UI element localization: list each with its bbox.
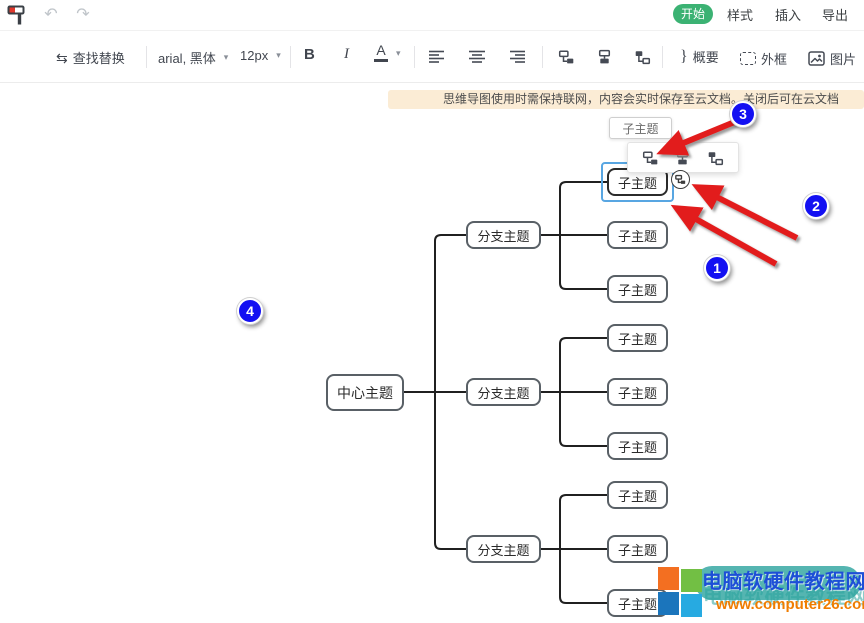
node-floating-toolbar [627,142,739,173]
insert-sibling-icon[interactable] [672,147,694,169]
subtopic-node[interactable]: 子主题 [607,221,668,249]
insert-sibling-button[interactable] [596,49,613,65]
align-right-button[interactable] [508,50,526,64]
insert-subtopic-icon[interactable] [639,147,661,169]
align-left-icon [428,50,446,64]
subtopic-node[interactable]: 子主题 [607,324,668,352]
find-replace-icon: ⇆ [56,51,68,65]
site-url: www.computer26.com [716,596,864,613]
align-left-button[interactable] [428,50,446,64]
outer-frame-label: 外框 [761,49,787,68]
subtopic-node[interactable]: 子主题 [607,535,668,563]
subtopic-node[interactable]: 子主题 [607,432,668,460]
font-size-value: 12px [240,48,268,63]
align-right-icon [508,50,526,64]
branch-topic-node-1[interactable]: 分支主题 [466,221,541,249]
insert-sibling-icon [596,49,613,65]
annotation-arrow-2 [699,188,797,238]
font-size-select[interactable]: 12px ▾ [240,48,281,63]
tab-insert[interactable]: 插入 [775,7,801,25]
annotation-badge-3: 3 [730,101,756,127]
toolbar-separator [414,46,415,68]
subtopic-node[interactable]: 子主题 [607,275,668,303]
find-replace-label: 查找替换 [73,48,125,67]
outer-frame-button[interactable]: 外框 [740,49,787,68]
find-replace-button[interactable]: ⇆ 查找替换 [56,48,125,67]
insert-parent-topic-icon[interactable] [705,147,727,169]
chevron-down-icon: ▾ [396,48,401,59]
add-subtopic-icon [675,174,686,185]
branch-topic-node-3[interactable]: 分支主题 [466,535,541,563]
toolbar-separator [662,46,663,68]
site-logo-icon [658,567,702,617]
font-family-value: arial, 黑体 [158,48,216,67]
app-logo-icon[interactable] [7,4,27,26]
toolbar-separator [146,46,147,68]
image-icon [808,51,825,66]
undo-icon[interactable]: ↶ [40,3,62,27]
insert-image-button[interactable]: 图片 [808,49,856,68]
insert-subtopic-button[interactable] [558,49,575,65]
annotation-arrow-1 [678,209,776,264]
format-toolbar: ⇆ 查找替换 arial, 黑体 ▾ 12px ▾ B I A ▾ [0,31,864,83]
insert-image-label: 图片 [830,49,856,68]
insert-subtopic-icon [558,49,575,65]
outer-frame-icon [740,52,756,65]
cloud-save-notice: 思维导图使用时需保持联网，内容会实时保存至云文档。关闭后可在云文档 [388,90,864,109]
font-family-select[interactable]: arial, 黑体 ▾ [158,48,228,67]
site-name: 电脑软硬件教程网 [702,565,864,594]
branch-topic-node-2[interactable]: 分支主题 [466,378,541,406]
summary-label: 概要 [693,47,719,66]
logo-square-green [681,569,702,592]
annotation-badge-4: 4 [237,298,263,324]
summary-brace-icon: } [680,48,688,66]
insert-parent-topic-button[interactable] [634,49,651,65]
central-topic-node[interactable]: 中心主题 [326,374,404,411]
toolbar-separator [290,46,291,68]
subtopic-node[interactable]: 子主题 [607,481,668,509]
site-watermark: 电脑软硬件教程网 电脑软硬件教程网 www.computer26.com [650,560,864,623]
bold-button[interactable]: B [304,46,315,63]
chevron-down-icon: ▾ [276,50,281,61]
chevron-down-icon: ▾ [224,52,229,63]
font-color-glyph: A [374,44,388,62]
tab-start[interactable]: 开始 [673,4,713,24]
logo-square-blue [658,592,679,615]
header-bar: ↶ ↷ 开始 样式 插入 导出 [0,0,864,31]
font-color-bar [374,59,388,62]
align-center-icon [468,50,486,64]
tab-export[interactable]: 导出 [822,7,848,25]
tab-style[interactable]: 样式 [727,7,753,25]
logo-square-cyan [681,594,702,617]
insert-parent-topic-icon [634,49,651,65]
summary-button[interactable]: } 概要 [680,47,719,66]
font-color-button[interactable]: A ▾ [374,44,401,62]
logo-square-orange [658,567,679,590]
align-center-button[interactable] [468,50,486,64]
annotation-badge-2: 2 [803,193,829,219]
italic-button[interactable]: I [344,46,349,63]
subtopic-node[interactable]: 子主题 [607,378,668,406]
annotation-badge-1: 1 [704,255,730,281]
redo-icon[interactable]: ↷ [72,3,94,27]
toolbar-separator [542,46,543,68]
add-subtopic-circle-button[interactable] [671,170,690,189]
subtopic-tooltip: 子主题 [609,117,672,139]
